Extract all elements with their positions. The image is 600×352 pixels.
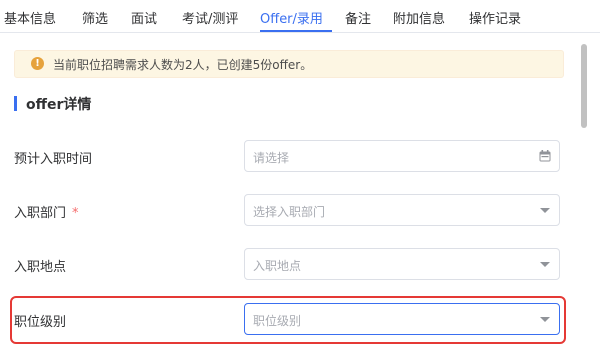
tab-offer[interactable]: Offer/录用 [260,8,323,27]
label-location: 入职地点 [14,260,67,275]
chevron-down-icon [540,317,550,322]
tab-operation-log[interactable]: 操作记录 [469,8,521,27]
job-level-select[interactable]: 职位级别 [244,303,560,335]
tab-interview[interactable]: 面试 [131,8,157,27]
alert-text: 当前职位招聘需求人数为2人，已创建5份offer。 [53,58,313,72]
expected-start-date-picker[interactable]: 请选择 [244,140,560,172]
warning-icon: ! [31,57,44,70]
info-alert: ! 当前职位招聘需求人数为2人，已创建5份offer。 [14,50,564,78]
department-select[interactable]: 选择入职部门 [244,194,560,226]
active-tab-indicator [260,30,332,32]
chevron-down-icon [540,262,550,267]
tab-basic-info[interactable]: 基本信息 [4,8,56,27]
tab-notes[interactable]: 备注 [345,8,371,27]
expected-start-date-placeholder: 请选择 [253,151,290,165]
label-department: 入职部门 * [14,202,79,221]
location-placeholder: 入职地点 [253,259,302,273]
location-select[interactable]: 入职地点 [244,248,560,280]
job-level-placeholder: 职位级别 [253,314,302,328]
required-mark: * [72,206,79,221]
tab-screening[interactable]: 筛选 [82,8,108,27]
department-placeholder: 选择入职部门 [253,205,326,219]
section-title: offer详情 [26,97,92,113]
label-expected-start-date: 预计入职时间 [14,152,93,167]
scrollbar-thumb[interactable] [581,44,587,128]
chevron-down-icon [540,208,550,213]
tab-extra-info[interactable]: 附加信息 [393,8,445,27]
label-job-level: 职位级别 [14,315,67,330]
tab-bar: 基本信息 筛选 面试 考试/测评 Offer/录用 备注 附加信息 操作记录 [0,0,600,33]
tab-exam[interactable]: 考试/测评 [182,8,238,27]
calendar-icon [539,150,551,162]
section-accent-bar [14,96,17,111]
label-department-text: 入职部门 [14,206,67,221]
